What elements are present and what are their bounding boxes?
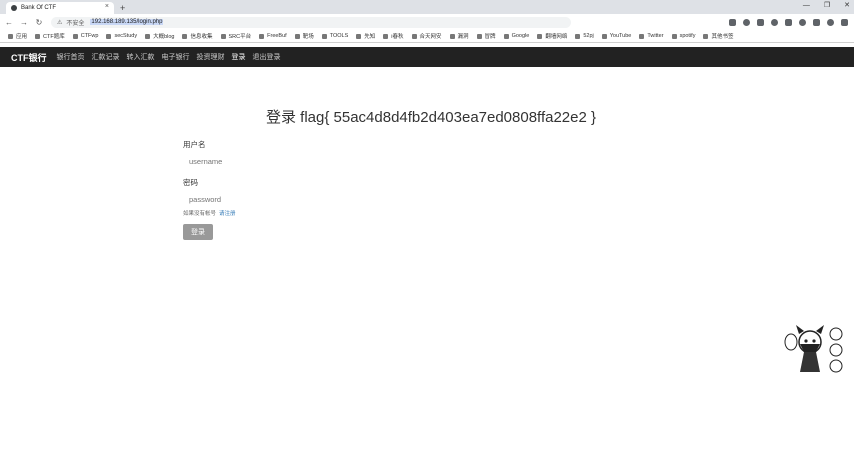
tab-title: Bank Of CTF xyxy=(21,5,57,11)
login-button[interactable]: 登录 xyxy=(183,224,213,240)
password-input[interactable] xyxy=(183,191,361,207)
register-link[interactable]: 请注册 xyxy=(219,211,236,217)
folder-icon xyxy=(321,33,327,39)
register-hint-text: 如果没有帐号 xyxy=(183,211,217,217)
folder-icon xyxy=(259,33,265,39)
bookmark-item[interactable]: 漏洞 xyxy=(449,32,469,40)
page-title: 登录 flag{ 55ac4d8d4fb2d403ea7ed0808ffa22e… xyxy=(265,109,597,127)
bookmark-item[interactable]: TOOLS xyxy=(321,33,348,39)
window-controls: — ❐ ✕ xyxy=(803,0,850,11)
folder-icon xyxy=(383,33,389,39)
site-brand[interactable]: CTF银行 xyxy=(11,51,47,64)
folder-icon xyxy=(537,33,543,39)
bookmark-item[interactable]: 信息收集 xyxy=(182,32,213,40)
folder-icon xyxy=(476,33,482,39)
bookmark-item[interactable]: 52pj xyxy=(575,33,594,39)
bookmark-item[interactable]: 靶场 xyxy=(294,32,314,40)
nav-transfer-records[interactable]: 汇款记录 xyxy=(92,52,120,62)
youtube-icon xyxy=(601,33,607,39)
bookmark-item[interactable]: CTF题库 xyxy=(35,32,65,40)
nav-login[interactable]: 登录 xyxy=(232,52,246,62)
folder-icon xyxy=(703,33,709,39)
password-label: 密码 xyxy=(183,178,198,187)
bookmark-item[interactable]: 应用 xyxy=(8,32,27,40)
forward-arrow-icon[interactable]: → xyxy=(18,18,30,27)
bookmark-item[interactable]: secStudy xyxy=(106,33,137,39)
nav-logout[interactable]: 退出登录 xyxy=(253,52,281,62)
browser-toolbar: ← → ↻ ⚠ 不安全 192.168.189.135/login.php xyxy=(0,14,854,30)
profile-avatar-icon[interactable] xyxy=(827,18,834,26)
bookmark-item[interactable]: 冒牌 xyxy=(476,32,496,40)
spotify-icon xyxy=(671,33,677,39)
folder-icon xyxy=(356,33,362,39)
apps-grid-icon xyxy=(8,33,13,39)
folder-icon xyxy=(294,33,300,39)
bookmark-item[interactable]: 合天网安 xyxy=(411,32,442,40)
bookmark-item[interactable]: 翻墙网络 xyxy=(537,32,567,40)
nav-investment[interactable]: 投资理财 xyxy=(197,52,225,62)
url-text[interactable]: 192.168.189.135/login.php xyxy=(90,19,164,25)
browser-tab[interactable]: Bank Of CTF × xyxy=(6,2,114,14)
zoom-icon[interactable] xyxy=(743,18,750,26)
address-bar[interactable]: ⚠ 不安全 192.168.189.135/login.php xyxy=(51,16,571,28)
bookmark-item[interactable]: YouTube xyxy=(601,33,631,39)
twitter-icon xyxy=(639,33,645,39)
screenshot-icon[interactable] xyxy=(729,18,736,26)
extension-icon[interactable] xyxy=(785,18,792,26)
bookmark-item[interactable]: 先知 xyxy=(356,32,375,40)
close-window-button[interactable]: ✕ xyxy=(844,0,850,11)
tab-close-icon[interactable]: × xyxy=(105,3,109,10)
mascot-sticker xyxy=(784,325,843,373)
nav-incoming-transfer[interactable]: 转入汇款 xyxy=(127,52,155,62)
bookmark-item[interactable]: CTFwp xyxy=(72,33,98,39)
new-tab-button[interactable]: + xyxy=(120,2,125,14)
warning-icon: ⚠ xyxy=(57,19,63,26)
folder-icon xyxy=(220,33,226,39)
folder-icon xyxy=(575,33,581,39)
folder-icon xyxy=(182,33,188,39)
bookmark-item[interactable]: SRC平台 xyxy=(220,32,251,40)
globe-icon xyxy=(11,5,17,11)
bookmark-item[interactable]: i春秋 xyxy=(383,32,404,40)
browser-tabstrip: Bank Of CTF × + — ❐ ✕ xyxy=(0,0,854,14)
google-icon xyxy=(503,33,509,39)
register-hint: 如果没有帐号 请注册 xyxy=(183,209,236,217)
username-input[interactable] xyxy=(183,153,361,169)
bookmark-item[interactable]: 其他书签 xyxy=(703,32,733,40)
folder-icon xyxy=(411,33,417,39)
bookmark-item[interactable]: FreeBuf xyxy=(259,33,287,39)
toolbar-icons xyxy=(729,18,848,26)
extension-icon[interactable] xyxy=(799,18,806,26)
maximize-button[interactable]: ❐ xyxy=(824,0,830,11)
username-label: 用户名 xyxy=(183,140,206,149)
bookmark-star-icon[interactable] xyxy=(757,18,764,26)
bookmark-item[interactable]: spotify xyxy=(671,33,695,39)
minimize-button[interactable]: — xyxy=(803,0,810,11)
menu-dots-icon[interactable] xyxy=(841,18,848,26)
nav-home[interactable]: 银行首页 xyxy=(57,52,85,62)
security-label: 不安全 xyxy=(66,20,85,27)
extension-icon[interactable] xyxy=(771,18,778,26)
reload-icon[interactable]: ↻ xyxy=(33,18,45,27)
folder-icon xyxy=(35,33,41,39)
bookmark-item[interactable]: Twitter xyxy=(639,33,664,39)
folder-icon xyxy=(449,33,455,39)
site-navbar: CTF银行 银行首页 汇款记录 转入汇款 电子银行 投资理财 登录 退出登录 xyxy=(0,47,854,67)
extension-icon[interactable] xyxy=(813,18,820,26)
bookmark-item[interactable]: 大概blog xyxy=(145,32,174,40)
folder-icon xyxy=(72,33,78,39)
bookmarks-bar: 应用 CTF题库 CTFwp secStudy 大概blog 信息收集 SRC平… xyxy=(0,30,854,43)
folder-icon xyxy=(145,33,151,39)
back-arrow-icon[interactable]: ← xyxy=(3,18,15,27)
nav-e-banking[interactable]: 电子银行 xyxy=(162,52,190,62)
folder-icon xyxy=(106,33,112,39)
bookmark-item[interactable]: Google xyxy=(503,33,529,39)
